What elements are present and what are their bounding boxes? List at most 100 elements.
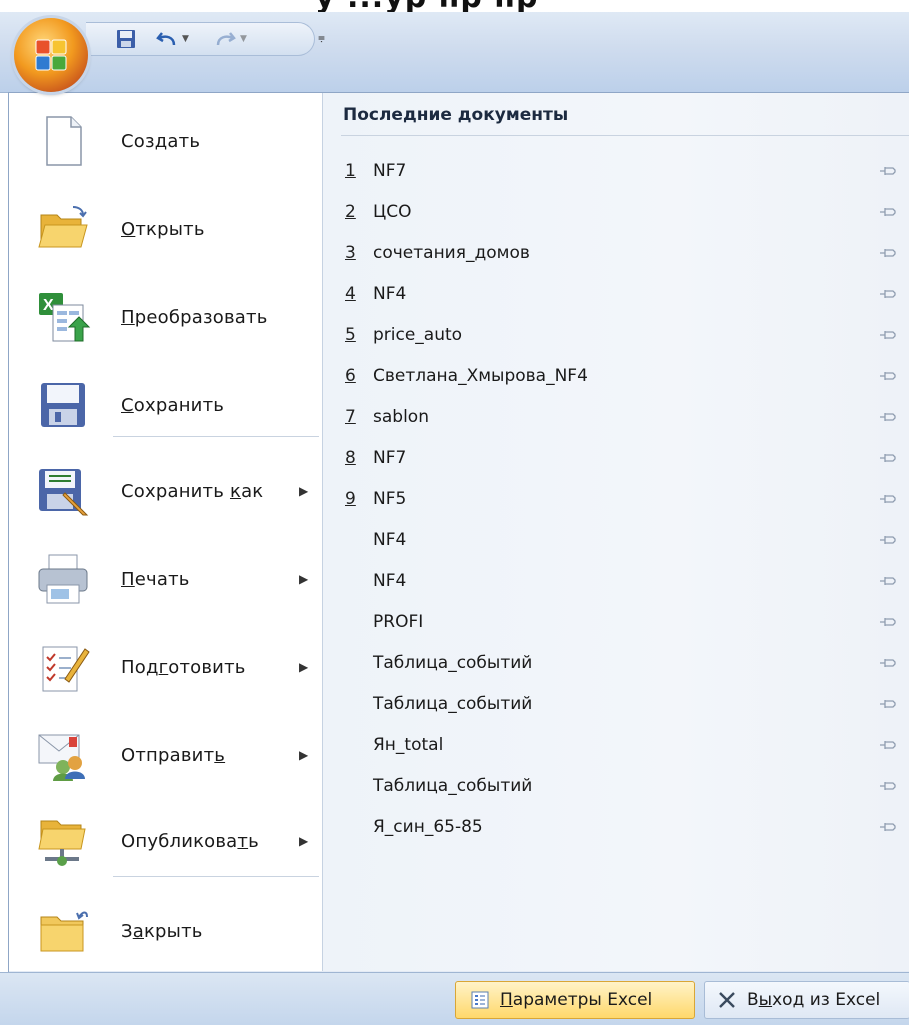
recent-document-item[interactable]: NF4 [339, 561, 909, 601]
recent-document-name: price_auto [373, 325, 463, 345]
title-bar: ▼ ▼ ⩦ [0, 12, 909, 93]
recent-document-item[interactable]: PROFI [339, 602, 909, 642]
recent-document-item[interactable]: Я_син_65-85 [339, 807, 909, 847]
undo-icon [156, 32, 176, 46]
pin-icon[interactable] [879, 818, 897, 836]
menu-item-convert[interactable]: X Преобразовать [9, 273, 322, 361]
redo-dropdown-icon[interactable]: ▼ [240, 34, 247, 44]
menu-item-label: Сохранить как [121, 480, 264, 502]
recent-document-number: 1 [345, 161, 356, 181]
recent-document-name: NF4 [373, 284, 407, 304]
recent-document-name: Ян_total [373, 735, 444, 755]
recent-document-item[interactable]: 5 price_auto [339, 315, 909, 355]
recent-document-name: Таблица_событий [373, 776, 533, 796]
pin-icon[interactable] [879, 531, 897, 549]
menu-item-publish[interactable]: Опубликовать ▶ [9, 797, 322, 885]
close-folder-icon [35, 903, 91, 959]
menu-item-label: Создать [121, 130, 201, 152]
recent-document-item[interactable]: 1 NF7 [339, 151, 909, 191]
exit-excel-label: Выход из Excel [747, 990, 881, 1010]
pin-icon[interactable] [879, 490, 897, 508]
pin-icon[interactable] [879, 613, 897, 631]
pin-icon[interactable] [879, 777, 897, 795]
menu-item-label: Сохранить [121, 394, 225, 416]
recent-document-name: ЦСО [373, 202, 412, 222]
menu-item-label: Закрыть [121, 920, 203, 942]
recent-document-name: NF5 [373, 489, 407, 509]
recent-document-item[interactable]: 3 сочетания_домов [339, 233, 909, 273]
pin-icon[interactable] [879, 736, 897, 754]
recent-document-item[interactable]: 9 NF5 [339, 479, 909, 519]
pin-icon[interactable] [879, 695, 897, 713]
exit-excel-button[interactable]: Выход из Excel [704, 981, 909, 1019]
recent-document-name: сочетания_домов [373, 243, 530, 263]
pin-icon[interactable] [879, 572, 897, 590]
office-button[interactable] [14, 18, 88, 92]
pin-icon[interactable] [879, 654, 897, 672]
menu-item-send[interactable]: Отправить ▶ [9, 711, 322, 799]
recent-document-name: Таблица_событий [373, 653, 533, 673]
excel-options-button[interactable]: Параметры Excel [455, 981, 695, 1019]
pin-icon[interactable] [879, 408, 897, 426]
menu-bottom-bar: Параметры Excel Выход из Excel [0, 972, 909, 1025]
commands-pane: Создать Открыть X Преобразовать Сохранить Сох… [9, 93, 323, 971]
recent-document-item[interactable]: 8 NF7 [339, 438, 909, 478]
redo-icon [216, 32, 236, 46]
recent-document-item[interactable]: Таблица_событий [339, 643, 909, 683]
menu-item-new[interactable]: Создать [9, 97, 322, 185]
menu-item-label: Подготовить [121, 656, 246, 678]
recent-document-number: 6 [345, 366, 356, 386]
recent-document-item[interactable]: NF4 [339, 520, 909, 560]
recent-document-name: NF4 [373, 571, 407, 591]
undo-dropdown-icon[interactable]: ▼ [182, 34, 189, 44]
pin-icon[interactable] [879, 203, 897, 221]
publish-icon [35, 813, 91, 869]
pin-icon[interactable] [879, 449, 897, 467]
menu-item-close[interactable]: Закрыть [9, 887, 322, 975]
pin-icon[interactable] [879, 367, 897, 385]
recent-document-item[interactable]: 6 Светлана_Хмырова_NF4 [339, 356, 909, 396]
send-icon [35, 727, 91, 783]
convert-icon: X [35, 289, 91, 345]
qat-redo-button[interactable]: ▼ [214, 29, 247, 49]
recent-document-item[interactable]: 7 sablon [339, 397, 909, 437]
recent-document-name: PROFI [373, 612, 424, 632]
qat-save-button[interactable] [116, 29, 136, 49]
recent-document-item[interactable]: 2 ЦСО [339, 192, 909, 232]
qat-undo-button[interactable]: ▼ [156, 29, 189, 49]
save-as-icon [35, 463, 91, 519]
qat-customize-icon[interactable]: ⩦ [318, 30, 325, 45]
pin-icon[interactable] [879, 285, 897, 303]
submenu-arrow-icon: ▶ [299, 660, 309, 674]
menu-item-print[interactable]: Печать ▶ [9, 535, 322, 623]
submenu-arrow-icon: ▶ [299, 834, 309, 848]
menu-item-open[interactable]: Открыть [9, 185, 322, 273]
menu-item-label: Отправить [121, 744, 226, 766]
menu-separator [113, 436, 319, 437]
menu-item-prepare[interactable]: Подготовить ▶ [9, 623, 322, 711]
office-logo-icon [35, 39, 67, 71]
options-icon [471, 991, 489, 1009]
recent-document-name: NF7 [373, 448, 407, 468]
submenu-arrow-icon: ▶ [299, 748, 309, 762]
recent-document-number: 3 [345, 243, 356, 263]
pin-icon[interactable] [879, 326, 897, 344]
excel-options-label: Параметры Excel [500, 990, 653, 1010]
submenu-arrow-icon: ▶ [299, 572, 309, 586]
close-x-icon [719, 992, 735, 1008]
recent-document-name: NF4 [373, 530, 407, 550]
recent-document-item[interactable]: Таблица_событий [339, 684, 909, 724]
top-strip: у ...ур пр пр [0, 0, 909, 12]
recent-document-number: 4 [345, 284, 356, 304]
recent-document-name: Таблица_событий [373, 694, 533, 714]
pin-icon[interactable] [879, 162, 897, 180]
menu-item-saveas[interactable]: Сохранить как ▶ [9, 447, 322, 535]
quick-access-toolbar: ▼ ▼ [86, 22, 315, 56]
recent-document-item[interactable]: Ян_total [339, 725, 909, 765]
recent-document-item[interactable]: 4 NF4 [339, 274, 909, 314]
new-document-icon [35, 113, 91, 169]
recent-document-name: sablon [373, 407, 429, 427]
recent-document-item[interactable]: Таблица_событий [339, 766, 909, 806]
recent-document-number: 7 [345, 407, 356, 427]
pin-icon[interactable] [879, 244, 897, 262]
